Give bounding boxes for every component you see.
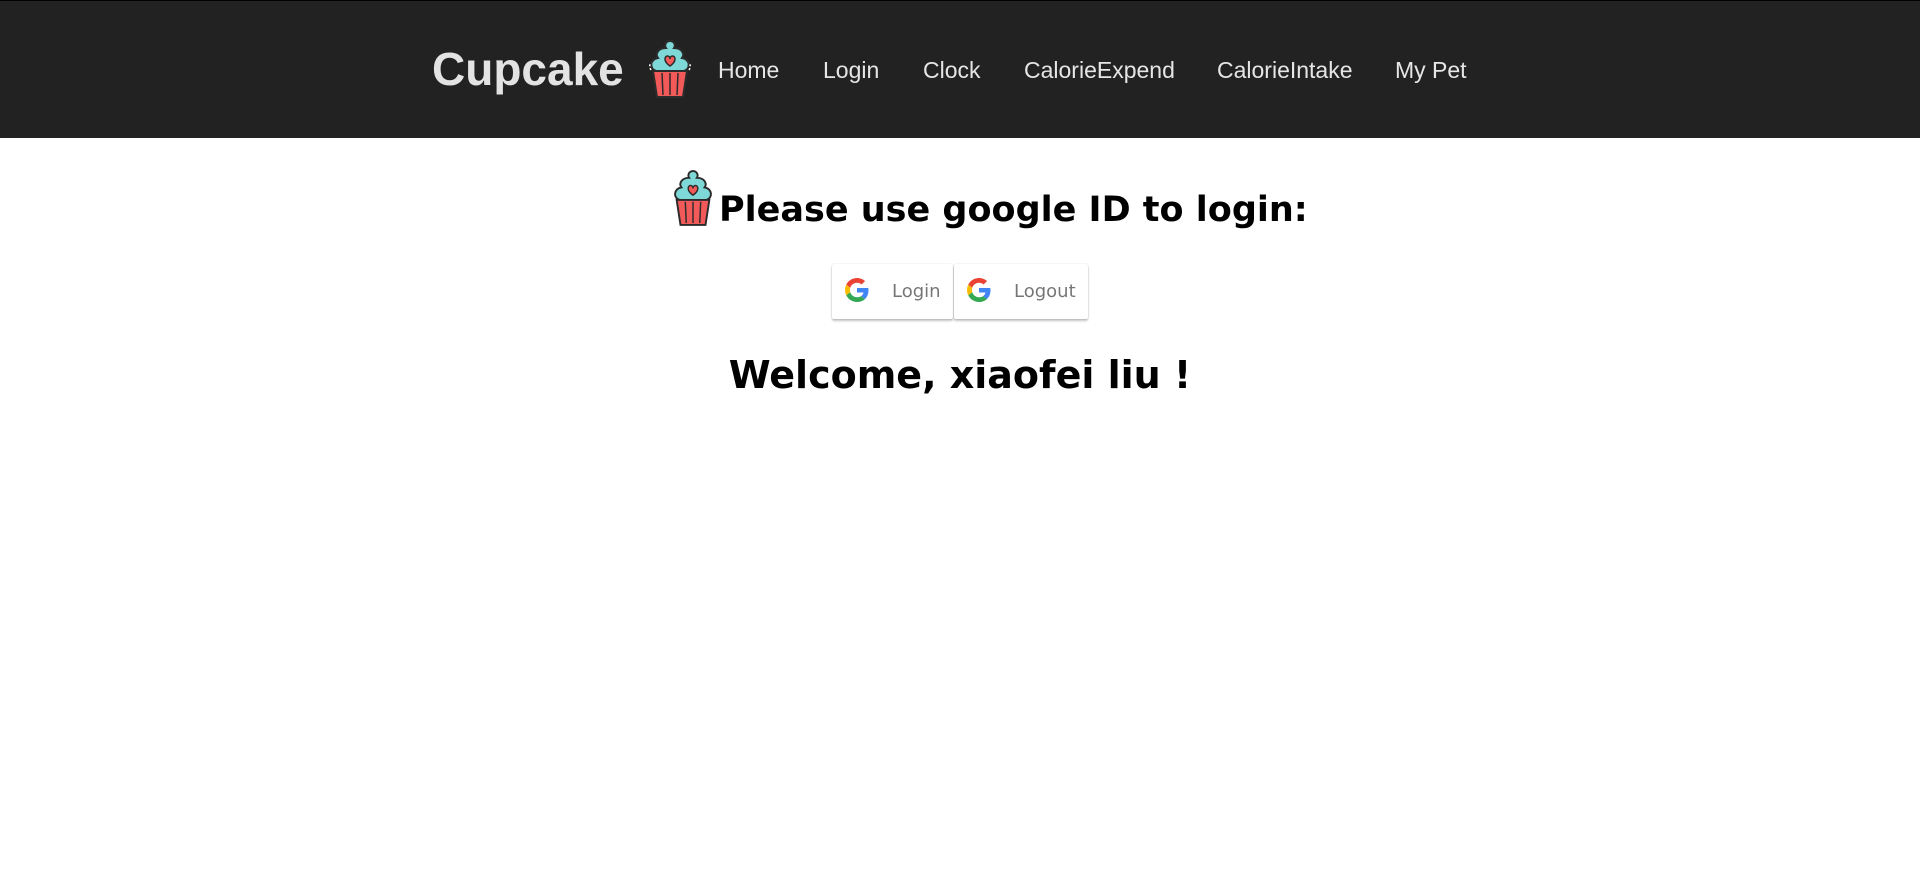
cupcake-icon [674, 170, 712, 226]
google-login-button[interactable]: Login [832, 264, 953, 319]
brand-title[interactable]: Cupcake [432, 41, 624, 97]
cupcake-icon [648, 39, 692, 98]
nav-link-home[interactable]: Home [718, 55, 779, 85]
nav-link-calorie-intake[interactable]: CalorieIntake [1217, 55, 1353, 85]
google-icon [967, 278, 991, 302]
welcome-message: Welcome, xiaofei liu ! [0, 350, 1920, 400]
nav-link-calorie-expend[interactable]: CalorieExpend [1024, 55, 1175, 85]
welcome-suffix: ! [1160, 353, 1192, 397]
google-icon [845, 278, 869, 302]
login-heading: Please use google ID to login: [719, 190, 1308, 230]
google-logout-button[interactable]: Logout [954, 264, 1088, 319]
nav-link-login[interactable]: Login [823, 55, 879, 85]
logout-button-label: Logout [1014, 281, 1076, 302]
nav-link-clock[interactable]: Clock [923, 55, 981, 85]
nav-link-my-pet[interactable]: My Pet [1395, 55, 1467, 85]
welcome-prefix: Welcome, [728, 353, 950, 397]
user-name: xiaofei liu [949, 353, 1161, 397]
top-navbar: Cupcake Home Login Clock CalorieExpend C… [0, 0, 1920, 138]
login-heading-row: Please use google ID to login: [0, 162, 1920, 234]
login-button-label: Login [892, 281, 941, 302]
